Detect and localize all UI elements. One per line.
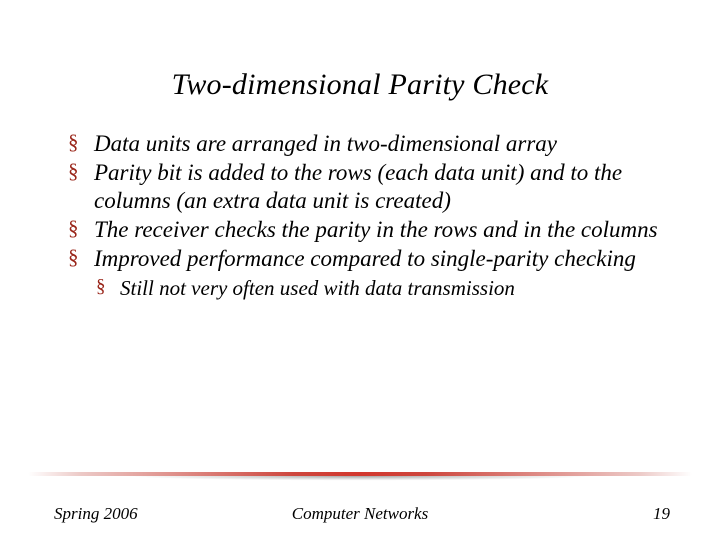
bullet-item: Improved performance compared to single-… — [62, 245, 658, 301]
slide-title: Two-dimensional Parity Check — [0, 0, 720, 130]
slide-content: Data units are arranged in two-dimension… — [0, 130, 720, 301]
footer: Spring 2006 Computer Networks 19 — [0, 504, 720, 524]
bullet-item: Parity bit is added to the rows (each da… — [62, 159, 658, 215]
footer-divider — [0, 472, 720, 484]
sub-bullet-text: Still not very often used with data tran… — [120, 276, 515, 300]
bullet-list: Data units are arranged in two-dimension… — [62, 130, 658, 301]
bullet-text: Improved performance compared to single-… — [94, 246, 636, 271]
bullet-text: The receiver checks the parity in the ro… — [94, 217, 658, 242]
divider-shadow — [50, 476, 670, 482]
footer-page-number: 19 — [653, 504, 670, 524]
bullet-item: Data units are arranged in two-dimension… — [62, 130, 658, 158]
bullet-item: The receiver checks the parity in the ro… — [62, 216, 658, 244]
sub-bullet-list: Still not very often used with data tran… — [94, 275, 658, 301]
slide: Two-dimensional Parity Check Data units … — [0, 0, 720, 540]
bullet-text: Data units are arranged in two-dimension… — [94, 131, 557, 156]
bullet-text: Parity bit is added to the rows (each da… — [94, 160, 622, 213]
sub-bullet-item: Still not very often used with data tran… — [94, 275, 658, 301]
footer-left: Spring 2006 — [54, 504, 138, 524]
